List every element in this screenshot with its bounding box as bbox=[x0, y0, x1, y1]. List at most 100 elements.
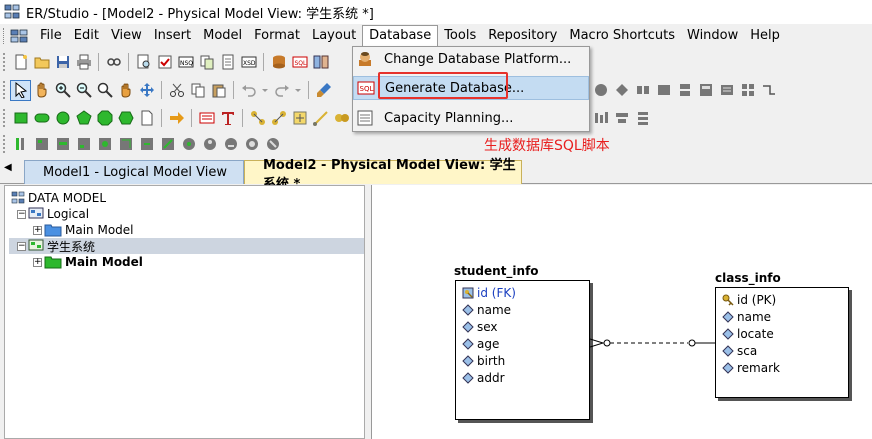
menu-format[interactable]: Format bbox=[248, 25, 306, 47]
sequence-object-icon[interactable] bbox=[157, 134, 178, 155]
tree-node-physical[interactable]: − 学生系统 bbox=[9, 238, 364, 254]
menu-view[interactable]: View bbox=[105, 25, 148, 47]
menu-layout[interactable]: Layout bbox=[306, 25, 362, 47]
table-object-icon[interactable] bbox=[31, 134, 52, 155]
attribute-row[interactable]: sex bbox=[462, 318, 498, 335]
menu-file[interactable]: File bbox=[34, 25, 68, 47]
column-object-icon[interactable] bbox=[10, 134, 31, 155]
menu-edit[interactable]: Edit bbox=[68, 25, 105, 47]
synonym-object-icon[interactable] bbox=[136, 134, 157, 155]
package-object-icon[interactable] bbox=[115, 134, 136, 155]
zoom-out-icon[interactable] bbox=[73, 80, 94, 101]
copy-icon[interactable] bbox=[187, 80, 208, 101]
collapse-icon[interactable]: − bbox=[17, 241, 26, 251]
sql-icon[interactable]: SQL bbox=[289, 52, 310, 73]
hexagon-shape-icon[interactable] bbox=[115, 108, 136, 129]
align-connector-icon[interactable] bbox=[632, 80, 653, 101]
select-pointer-icon[interactable] bbox=[10, 79, 31, 101]
tree-node-physical-main-model[interactable]: + Main Model bbox=[33, 254, 143, 270]
attribute-row[interactable]: locate bbox=[722, 325, 774, 342]
document-menu-icon[interactable] bbox=[10, 28, 28, 44]
function-object-icon[interactable] bbox=[94, 134, 115, 155]
tree-node-logical-main-model[interactable]: + Main Model bbox=[33, 222, 134, 238]
undo-dropdown-icon[interactable] bbox=[259, 80, 271, 101]
compare-icon[interactable] bbox=[310, 52, 331, 73]
format-brush-icon[interactable] bbox=[313, 80, 334, 101]
menu-item-capacity-planning[interactable]: Capacity Planning... bbox=[353, 106, 589, 130]
menu-window[interactable]: Window bbox=[681, 25, 744, 47]
move-arrows-icon[interactable] bbox=[136, 80, 157, 101]
entity-shape-icon[interactable] bbox=[10, 108, 31, 129]
attribute-row[interactable]: birth bbox=[462, 352, 505, 369]
validate-icon[interactable] bbox=[154, 52, 175, 73]
align-elbow-icon[interactable] bbox=[758, 80, 779, 101]
tab-physical-model-view[interactable]: Model2 - Physical Model View: 学生系统 * bbox=[244, 158, 522, 192]
zoom-in-icon[interactable] bbox=[52, 80, 73, 101]
tab-logical-model-view[interactable]: Model1 - Logical Model View bbox=[24, 160, 244, 184]
cut-icon[interactable] bbox=[166, 80, 187, 101]
align-stack-icon[interactable] bbox=[674, 80, 695, 101]
align-shape-icon[interactable] bbox=[590, 80, 611, 101]
layout-rows-icon[interactable] bbox=[632, 108, 653, 129]
menu-insert[interactable]: Insert bbox=[148, 25, 197, 47]
attribute-row[interactable]: remark bbox=[722, 359, 780, 376]
toolbar-grip[interactable] bbox=[3, 53, 7, 71]
tree-node-logical[interactable]: − Logical bbox=[17, 206, 89, 222]
toolbar-grip[interactable] bbox=[3, 135, 7, 153]
copy-icon[interactable] bbox=[196, 52, 217, 73]
view-object-icon[interactable] bbox=[52, 134, 73, 155]
rounded-shape-icon[interactable] bbox=[31, 108, 52, 129]
relationship-icon[interactable] bbox=[247, 108, 268, 129]
tab-scroll-left-icon[interactable]: ◀ bbox=[4, 162, 12, 173]
database-platform-icon[interactable] bbox=[268, 52, 289, 73]
save-icon[interactable] bbox=[52, 52, 73, 73]
entity-student-info[interactable]: id (FK) name sex age birth addr bbox=[455, 280, 590, 420]
redo-dropdown-icon[interactable] bbox=[292, 80, 304, 101]
align-grid-icon[interactable] bbox=[737, 80, 758, 101]
entity-class-info[interactable]: id (PK) name locate sca remark bbox=[715, 287, 849, 398]
align-block-icon[interactable] bbox=[653, 80, 674, 101]
menu-repository[interactable]: Repository bbox=[482, 25, 563, 47]
xsd-icon[interactable]: XSD bbox=[238, 52, 259, 73]
align-diamond-icon[interactable] bbox=[611, 80, 632, 101]
collapse-icon[interactable]: − bbox=[17, 209, 26, 219]
trigger-object-icon[interactable] bbox=[178, 134, 199, 155]
rule-object-icon[interactable] bbox=[262, 134, 283, 155]
attribute-row[interactable]: addr bbox=[462, 369, 505, 386]
octagon-shape-icon[interactable] bbox=[94, 108, 115, 129]
text-tool-icon[interactable] bbox=[217, 108, 238, 129]
attribute-row[interactable]: age bbox=[462, 335, 499, 352]
menubar-grip[interactable] bbox=[3, 28, 7, 44]
align-card-icon[interactable] bbox=[695, 80, 716, 101]
attribute-row[interactable]: name bbox=[722, 308, 771, 325]
hand-grab-icon[interactable] bbox=[115, 80, 136, 101]
link-icon[interactable] bbox=[103, 52, 124, 73]
arrow-right-icon[interactable] bbox=[166, 108, 187, 129]
note-shape-icon[interactable] bbox=[136, 108, 157, 129]
role-object-icon[interactable] bbox=[220, 134, 241, 155]
attribute-row[interactable]: id (FK) bbox=[462, 284, 516, 301]
hand-pan-icon[interactable] bbox=[31, 80, 52, 101]
subtype-icon[interactable] bbox=[289, 108, 310, 129]
print-icon[interactable] bbox=[73, 52, 94, 73]
menu-tools[interactable]: Tools bbox=[438, 25, 482, 47]
layout-bars-icon[interactable] bbox=[590, 108, 611, 129]
pentagon-shape-icon[interactable] bbox=[73, 108, 94, 129]
print-preview-icon[interactable] bbox=[133, 52, 154, 73]
user-object-icon[interactable] bbox=[199, 134, 220, 155]
expand-icon[interactable]: + bbox=[33, 257, 42, 267]
attribute-row[interactable]: name bbox=[462, 301, 511, 318]
undo-icon[interactable] bbox=[238, 80, 259, 101]
open-folder-icon[interactable] bbox=[31, 52, 52, 73]
view-relationship-icon[interactable] bbox=[268, 108, 289, 129]
menu-help[interactable]: Help bbox=[744, 25, 786, 47]
attribute-row[interactable]: id (PK) bbox=[722, 291, 776, 308]
menu-model[interactable]: Model bbox=[197, 25, 248, 47]
relationship-line[interactable] bbox=[590, 335, 718, 351]
menu-macro-shortcuts[interactable]: Macro Shortcuts bbox=[563, 25, 681, 47]
menu-database[interactable]: Database bbox=[362, 25, 439, 47]
connector-icon[interactable] bbox=[310, 108, 331, 129]
menu-item-change-database-platform[interactable]: Change Database Platform... bbox=[353, 47, 589, 71]
paste-icon[interactable] bbox=[208, 80, 229, 101]
nsq-icon[interactable]: NSQ bbox=[175, 52, 196, 73]
